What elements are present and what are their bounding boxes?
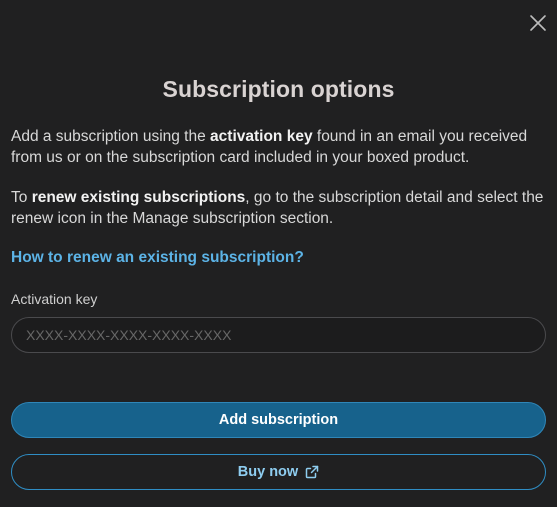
renew-text-start: To bbox=[11, 189, 32, 206]
close-icon bbox=[529, 14, 547, 32]
renew-help-link[interactable]: How to renew an existing subscription? bbox=[11, 249, 304, 267]
buy-now-button[interactable]: Buy now bbox=[11, 454, 546, 490]
close-button[interactable] bbox=[527, 12, 549, 34]
subscription-options-dialog: Subscription options Add a subscription … bbox=[0, 0, 557, 507]
intro-text-bold: activation key bbox=[210, 128, 313, 145]
intro-text-start: Add a subscription using the bbox=[11, 128, 211, 145]
activation-key-label: Activation key bbox=[11, 291, 98, 307]
renew-text-bold: renew existing subscriptions bbox=[31, 189, 246, 206]
intro-text: Add a subscription using the activation … bbox=[11, 126, 551, 168]
add-subscription-button[interactable]: Add subscription bbox=[11, 402, 546, 438]
buy-now-label: Buy now bbox=[237, 464, 299, 480]
activation-key-input[interactable] bbox=[11, 317, 546, 353]
add-subscription-label: Add subscription bbox=[218, 412, 339, 428]
dialog-title: Subscription options bbox=[162, 76, 395, 102]
external-link-icon bbox=[305, 465, 319, 479]
renew-text: To renew existing subscriptions, go to t… bbox=[11, 187, 551, 229]
